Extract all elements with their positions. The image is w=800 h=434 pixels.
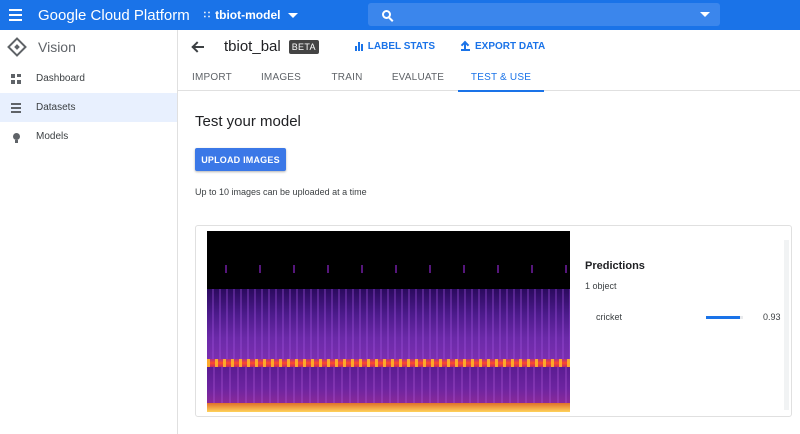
predictions-count: 1 object <box>585 281 617 291</box>
title-bar: tbiot_bal BETA LABEL STATS EXPORT DATA <box>178 30 800 63</box>
project-name: tbiot-model <box>215 8 281 22</box>
predictions-title: Predictions <box>585 260 645 272</box>
tab-import[interactable]: IMPORT <box>178 63 246 91</box>
search-icon <box>382 10 391 19</box>
chevron-down-icon <box>288 12 299 18</box>
upload-images-button[interactable]: UPLOAD IMAGES <box>195 148 286 171</box>
prediction-card: Predictions 1 object cricket 0.93 <box>195 225 792 417</box>
app-title[interactable]: Google Cloud Platform <box>38 7 190 24</box>
top-bar: Google Cloud Platform ∷ tbiot-model <box>0 0 800 30</box>
search-input[interactable] <box>368 3 720 26</box>
label-stats-label: LABEL STATS <box>367 41 435 52</box>
prediction-score-fill <box>706 315 741 319</box>
sidebar-item-label: Dashboard <box>36 73 85 84</box>
back-arrow-icon[interactable] <box>192 41 204 53</box>
list-icon <box>10 102 22 113</box>
search-chevron-down-icon[interactable] <box>700 12 710 17</box>
product-header[interactable]: Vision <box>0 30 177 64</box>
sidebar-item-label: Models <box>36 131 69 142</box>
tab-test-and-use[interactable]: TEST & USE <box>458 63 544 92</box>
prediction-label: cricket <box>596 312 623 322</box>
prediction-score-bar <box>706 315 743 319</box>
label-stats-button[interactable]: LABEL STATS <box>354 41 435 52</box>
uploaded-image <box>207 231 570 412</box>
sidebar: Vision Dashboard Datasets Models <box>0 30 178 434</box>
export-icon <box>461 42 470 51</box>
sidebar-item-datasets[interactable]: Datasets <box>0 93 177 122</box>
upload-hint: Up to 10 images can be uploaded at a tim… <box>195 187 367 197</box>
test-section: Test your model UPLOAD IMAGES Up to 10 i… <box>178 113 800 197</box>
product-name: Vision <box>38 39 76 55</box>
project-icon: ∷ <box>203 9 211 21</box>
sidebar-item-dashboard[interactable]: Dashboard <box>0 64 177 93</box>
export-data-label: EXPORT DATA <box>475 41 546 52</box>
export-data-button[interactable]: EXPORT DATA <box>461 41 545 52</box>
tab-train[interactable]: TRAIN <box>316 63 378 91</box>
tab-images[interactable]: IMAGES <box>246 63 316 91</box>
lightbulb-icon <box>10 133 22 143</box>
sidebar-item-models[interactable]: Models <box>0 122 177 151</box>
dashboard-icon <box>10 73 22 84</box>
tab-evaluate[interactable]: EVALUATE <box>378 63 458 91</box>
beta-badge: BETA <box>288 39 319 54</box>
vision-icon <box>7 37 27 57</box>
main-content: tbiot_bal BETA LABEL STATS EXPORT DATA I… <box>178 30 800 434</box>
prediction-row: cricket 0.93 <box>596 312 796 322</box>
sidebar-item-label: Datasets <box>36 102 76 113</box>
predictions-panel: Predictions 1 object <box>585 260 645 291</box>
bar-chart-icon <box>354 42 363 51</box>
tab-bar: IMPORT IMAGES TRAIN EVALUATE TEST & USE <box>178 63 800 92</box>
dataset-name: tbiot_bal <box>224 38 281 55</box>
menu-icon[interactable] <box>0 0 30 30</box>
prediction-score: 0.93 <box>763 312 781 322</box>
page-title: Test your model <box>195 113 301 130</box>
project-selector[interactable]: ∷ tbiot-model <box>204 8 299 22</box>
scrollbar[interactable] <box>784 240 789 410</box>
